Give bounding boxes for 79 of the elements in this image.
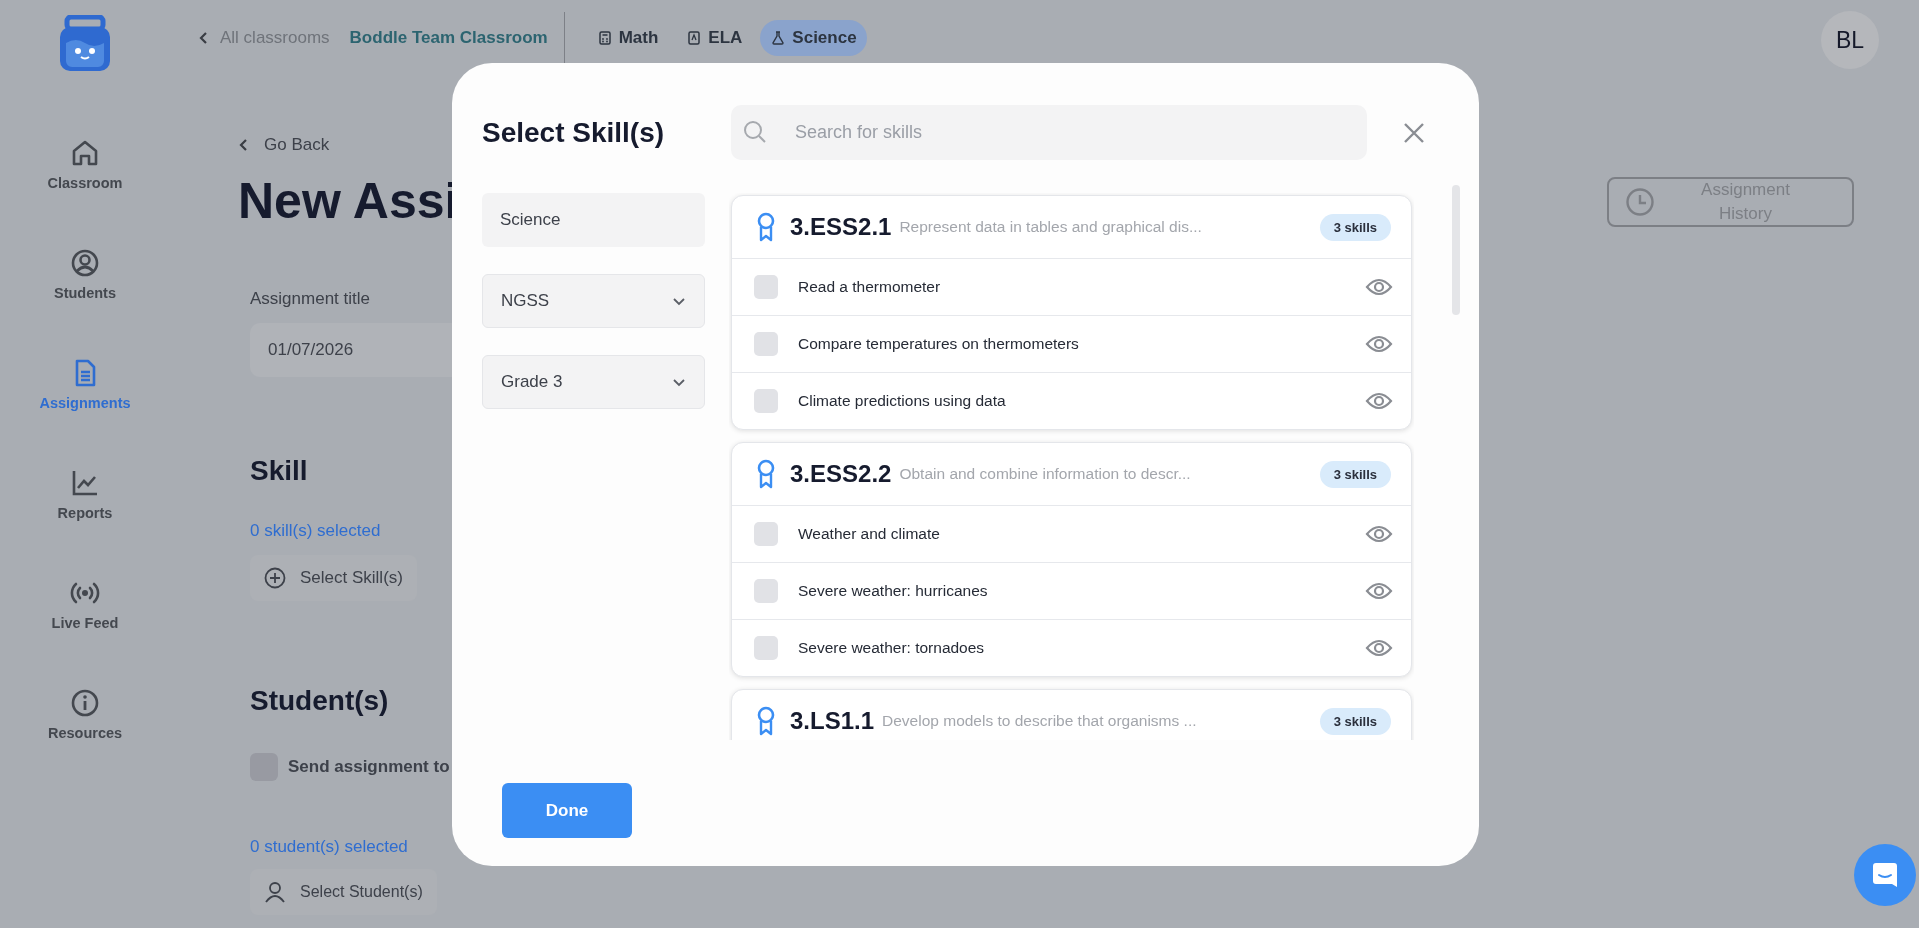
classroom-name[interactable]: Boddle Team Classroom xyxy=(349,28,548,48)
flask-icon xyxy=(770,30,787,46)
sidebar-item[interactable]: Resources xyxy=(25,687,145,797)
subject-field: Science xyxy=(482,193,705,247)
select-students-button[interactable]: Select Student(s) xyxy=(250,869,437,915)
award-icon xyxy=(756,212,776,242)
eye-icon[interactable] xyxy=(1365,581,1393,601)
avatar[interactable]: BL xyxy=(1821,11,1879,69)
standard-code: 3.ESS2.2 xyxy=(790,460,892,488)
info-icon xyxy=(69,687,101,719)
checkbox[interactable] xyxy=(754,332,778,356)
award-icon xyxy=(756,459,776,489)
section-heading: Student(s) xyxy=(250,685,389,717)
sidebar-item[interactable]: Live Feed xyxy=(25,577,145,687)
skill-row[interactable]: Severe weather: tornadoes xyxy=(732,619,1411,676)
select-skills-button[interactable]: Select Skill(s) xyxy=(250,555,417,601)
eye-icon[interactable] xyxy=(1365,277,1393,297)
book-icon xyxy=(686,30,703,46)
close-icon xyxy=(1403,121,1425,144)
dialog-title: Select Skill(s) xyxy=(482,116,666,149)
scrollbar[interactable] xyxy=(1452,185,1460,315)
person-icon xyxy=(264,881,286,903)
checkbox[interactable] xyxy=(754,275,778,299)
chevron-left-icon xyxy=(238,138,248,152)
skill-row[interactable]: Climate predictions using data xyxy=(732,372,1411,429)
done-button[interactable]: Done xyxy=(502,783,632,838)
standard-description: Obtain and combine information to descr... xyxy=(899,465,1192,483)
skill-name: Read a thermometer xyxy=(798,278,942,296)
skill-row[interactable]: Compare temperatures on thermometers xyxy=(732,315,1411,372)
calculator-icon xyxy=(596,30,613,46)
search-icon xyxy=(743,120,767,144)
person-icon xyxy=(69,247,101,279)
dropdown[interactable]: NGSS xyxy=(482,274,705,328)
sidebar-item[interactable]: Reports xyxy=(25,467,145,577)
eye-icon[interactable] xyxy=(1365,334,1393,354)
skill-count: 3 skills xyxy=(1319,213,1391,241)
subject-tab[interactable]: Science xyxy=(760,20,867,56)
skill-name: Compare temperatures on thermometers xyxy=(798,335,1080,353)
standard-description: Develop models to describe that organisms ... xyxy=(882,712,1198,730)
selection-count: 0 skill(s) selected xyxy=(250,521,381,541)
chevron-down-icon xyxy=(672,296,686,306)
skill-count: 3 skills xyxy=(1319,707,1391,735)
chevron-down-icon xyxy=(672,377,686,387)
skill-count: 3 skills xyxy=(1319,460,1391,488)
section-heading: Skill xyxy=(250,455,308,487)
sidebar-item[interactable]: Classroom xyxy=(25,137,145,247)
selection-count: 0 student(s) selected xyxy=(250,837,408,857)
field-label: Assignment title xyxy=(250,289,370,309)
eye-icon[interactable] xyxy=(1365,524,1393,544)
subject-tab[interactable]: Math xyxy=(586,20,669,56)
eye-icon[interactable] xyxy=(1365,638,1393,658)
logo-icon[interactable] xyxy=(57,15,113,73)
close-button[interactable] xyxy=(1403,121,1425,144)
back-link[interactable]: Go Back xyxy=(238,135,330,155)
plus-circle-icon xyxy=(264,567,286,589)
chat-icon xyxy=(1870,860,1900,890)
search-field[interactable]: Search for skills xyxy=(731,105,1367,160)
sidebar-item[interactable]: Students xyxy=(25,247,145,357)
checkbox[interactable] xyxy=(754,522,778,546)
skill-row[interactable]: Severe weather: hurricanes xyxy=(732,562,1411,619)
standard-description: Represent data in tables and graphical dis... xyxy=(899,218,1203,236)
skill-name: Weather and climate xyxy=(798,525,941,543)
skill-name: Severe weather: tornadoes xyxy=(798,639,986,657)
standard-code: 3.ESS2.1 xyxy=(790,213,892,241)
skill-name: Climate predictions using data xyxy=(798,392,1007,410)
checkbox[interactable] xyxy=(754,636,778,660)
dropdown[interactable]: Grade 3 xyxy=(482,355,705,409)
checkbox[interactable] xyxy=(754,579,778,603)
skill-row[interactable]: Weather and climate xyxy=(732,505,1411,562)
award-icon xyxy=(756,706,776,736)
standard-code: 3.LS1.1 xyxy=(790,707,875,735)
subject-tab[interactable]: ELA xyxy=(676,20,753,56)
skill-row[interactable]: Read a thermometer xyxy=(732,258,1411,315)
clock-icon xyxy=(1625,187,1655,217)
chevron-left-icon xyxy=(198,31,208,45)
checkbox-label: Send assignment to xyxy=(288,757,450,777)
eye-icon[interactable] xyxy=(1365,391,1393,411)
skill-name: Severe weather: hurricanes xyxy=(798,582,989,600)
checkbox[interactable] xyxy=(754,389,778,413)
